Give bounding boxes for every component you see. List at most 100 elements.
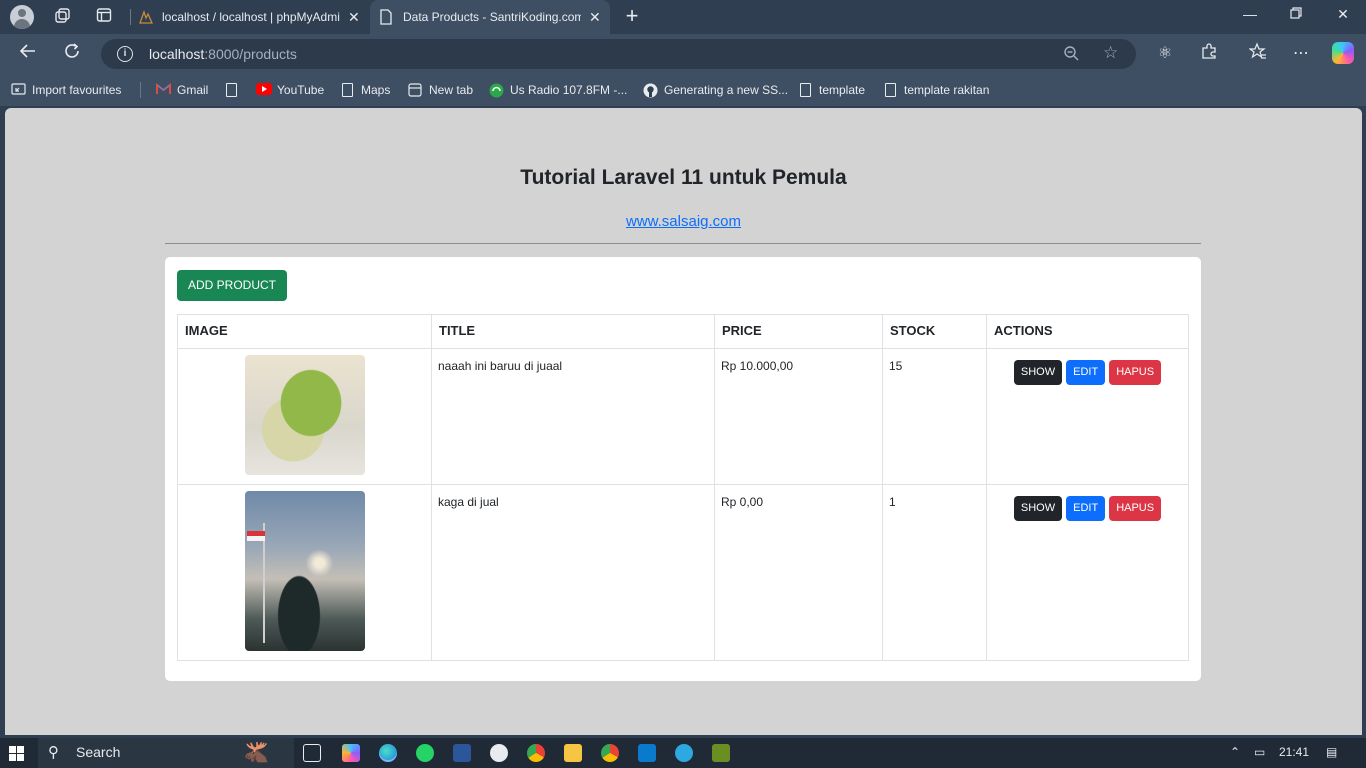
divider [165, 243, 1201, 244]
refresh-icon[interactable] [60, 42, 84, 66]
bookmark-import-favourites[interactable]: Import favourites [11, 82, 121, 98]
phpmyadmin-icon [138, 9, 154, 25]
bookmark-separator [140, 82, 141, 98]
file-explorer-icon[interactable] [564, 744, 582, 762]
url-host: localhost [149, 46, 205, 62]
tab-actions-icon[interactable] [94, 7, 114, 27]
column-header-price: PRICE [714, 314, 883, 349]
search-icon: ⚲ [48, 744, 59, 761]
word-icon[interactable] [453, 744, 471, 762]
url-text[interactable]: localhost:8000/products [149, 46, 297, 62]
close-tab-icon[interactable]: ✕ [348, 9, 360, 26]
page-viewport: Tutorial Laravel 11 untuk Pemula www.sal… [5, 108, 1362, 735]
workspaces-icon[interactable] [52, 7, 72, 27]
notification-icon[interactable]: ▤ [1326, 745, 1337, 759]
bookmark-template[interactable]: template [800, 82, 865, 98]
price-cell: Rp 0,00 [714, 484, 883, 661]
price-cell: Rp 10.000,00 [714, 348, 883, 485]
bookmark-us-radio[interactable]: Us Radio 107.8FM -... [489, 82, 627, 98]
moose-highlight-icon: 🫎 [244, 742, 269, 764]
column-header-actions: ACTIONS [986, 314, 1189, 349]
chrome-icon[interactable] [527, 744, 545, 762]
tab-title: localhost / localhost | phpMyAdmin [162, 10, 340, 24]
bookmark-maps[interactable]: Maps [342, 82, 390, 98]
battery-icon[interactable]: ▭ [1254, 745, 1265, 759]
bookmark-label: New tab [429, 83, 474, 97]
more-menu-icon[interactable]: ⋯ [1289, 42, 1313, 66]
navigation-bar: i localhost:8000/products ☆ ⚛ ⋯ [0, 34, 1366, 74]
restore-icon[interactable] [1286, 6, 1306, 22]
radio-icon [489, 83, 504, 98]
show-button[interactable]: SHOW [1013, 360, 1063, 385]
new-tab-button[interactable]: + [620, 4, 644, 28]
taskbar-search[interactable]: ⚲ Search 🫎 [38, 738, 294, 768]
task-view-icon[interactable] [303, 744, 321, 762]
back-icon[interactable] [16, 42, 40, 66]
products-table: IMAGE TITLE PRICE STOCK ACTIONS naaah in… [177, 314, 1189, 661]
tab-phpmyadmin[interactable]: localhost / localhost | phpMyAdmin ✕ [138, 0, 368, 34]
tab-bar: localhost / localhost | phpMyAdmin ✕ Dat… [0, 0, 1366, 34]
tab-data-products[interactable]: Data Products - SantriKoding.com ✕ [370, 0, 610, 34]
github-desktop-icon[interactable] [490, 744, 508, 762]
table-header-row: IMAGE TITLE PRICE STOCK ACTIONS [177, 314, 1189, 349]
tray-chevron-icon[interactable]: ⌃ [1230, 745, 1240, 759]
actions-cell: SHOW EDIT HAPUS [986, 348, 1189, 485]
table-row: kaga di jual Rp 0,00 1 SHOW EDIT HAPUS [177, 484, 1189, 661]
page-title: Tutorial Laravel 11 untuk Pemula [520, 166, 847, 189]
page-icon [885, 83, 896, 97]
product-image [244, 491, 365, 651]
edit-button[interactable]: EDIT [1066, 496, 1106, 521]
bookmark-blank-page[interactable] [226, 82, 245, 98]
column-header-image: IMAGE [177, 314, 432, 349]
newtab-icon [408, 83, 422, 97]
site-link[interactable]: www.salsaig.com [5, 213, 1362, 230]
stock-cell: 15 [882, 348, 987, 485]
url-path: :8000/products [204, 46, 297, 62]
bookmark-github-ssh[interactable]: Generating a new SS... [643, 82, 788, 98]
bookmark-youtube[interactable]: YouTube [256, 82, 324, 98]
delete-button[interactable]: HAPUS [1109, 360, 1162, 385]
copilot-taskbar-icon[interactable] [342, 744, 360, 762]
product-image [244, 355, 365, 475]
app-icon[interactable] [675, 744, 693, 762]
delete-button[interactable]: HAPUS [1109, 496, 1162, 521]
bookmark-gmail[interactable]: Gmail [156, 82, 208, 98]
copilot-icon[interactable] [1332, 42, 1354, 64]
bookmark-label: Us Radio 107.8FM -... [510, 83, 628, 97]
clock-time[interactable]: 21:41 [1279, 745, 1309, 759]
site-info-icon[interactable]: i [117, 46, 133, 62]
column-header-title: TITLE [431, 314, 715, 349]
bookmark-new-tab[interactable]: New tab [408, 82, 473, 98]
minimize-icon[interactable]: — [1240, 6, 1260, 22]
close-tab-icon[interactable]: ✕ [589, 9, 601, 26]
favorites-icon[interactable] [1246, 42, 1270, 66]
edge-icon[interactable] [379, 744, 397, 762]
close-window-icon[interactable]: ✕ [1333, 6, 1353, 23]
windows-start-icon[interactable] [9, 746, 24, 761]
add-product-button[interactable]: ADD PRODUCT [177, 270, 287, 301]
bookmark-label: template rakitan [904, 83, 990, 97]
image-cell [177, 348, 432, 485]
bookmark-label: Maps [361, 83, 391, 97]
extensions-puzzle-icon[interactable] [1197, 42, 1221, 66]
page-icon [800, 83, 811, 97]
edit-button[interactable]: EDIT [1066, 360, 1106, 385]
whatsapp-icon[interactable] [416, 744, 434, 762]
show-button[interactable]: SHOW [1013, 496, 1063, 521]
bookmark-template-rakitan[interactable]: template rakitan [885, 82, 989, 98]
bookmark-label: template [819, 83, 866, 97]
tab-separator [130, 9, 131, 25]
address-bar[interactable]: i localhost:8000/products ☆ [101, 39, 1136, 69]
profile-avatar[interactable] [10, 5, 34, 29]
tab-title: Data Products - SantriKoding.com [403, 10, 581, 24]
extension-atom-icon[interactable]: ⚛ [1153, 42, 1177, 66]
terminal-lambda-icon[interactable] [712, 744, 730, 762]
chrome-profile-icon[interactable] [601, 744, 619, 762]
zoom-icon[interactable] [1063, 45, 1079, 65]
vscode-icon[interactable] [638, 744, 656, 762]
title-cell: naaah ini baruu di juaal [431, 348, 715, 485]
favorite-star-icon[interactable]: ☆ [1103, 43, 1118, 63]
search-label: Search [76, 744, 121, 760]
page-icon [226, 83, 237, 97]
products-card: ADD PRODUCT IMAGE TITLE PRICE STOCK ACTI… [165, 257, 1201, 681]
